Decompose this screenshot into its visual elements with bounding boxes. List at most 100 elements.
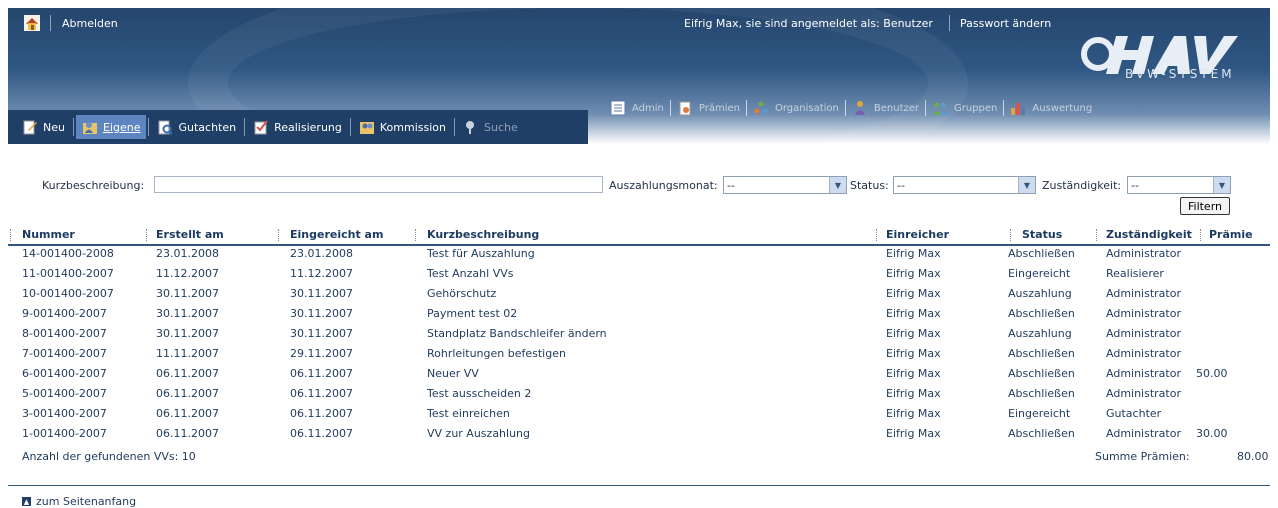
table-row[interactable]: 5-001400-2007 06.11.2007 06.11.2007 Test au… [8,384,1270,404]
row-submitter: Eifrig Max [886,307,941,320]
nav-premiums-label: Prämien [698,102,740,114]
column-divider [278,229,279,241]
col-number[interactable]: Nummer [22,228,75,241]
col-short-description[interactable]: Kurzbeschreibung [427,228,539,241]
row-responsibility: Administrator [1106,367,1181,380]
row-created: 30.11.2007 [156,327,219,340]
row-short-description: Standplatz Bandschleifer ändern [427,327,607,340]
column-divider [10,229,11,241]
expertise-icon [158,120,174,135]
nav-divider [72,118,74,136]
row-submitter: Eifrig Max [886,287,941,300]
row-submitted: 06.11.2007 [290,407,353,420]
filter-button[interactable]: Filtern [1180,197,1230,215]
row-submitted: 30.11.2007 [290,307,353,320]
row-status: Abschließen [1008,427,1075,440]
nav-premiums[interactable]: Prämien [671,100,746,116]
column-divider [1200,229,1201,241]
logout-link[interactable]: Abmelden [62,17,118,30]
nav-evaluation-label: Auswertung [1032,102,1093,114]
table-row[interactable]: 9-001400-2007 30.11.2007 30.11.2007 Payment… [8,304,1270,324]
table-row[interactable]: 6-001400-2007 06.11.2007 06.11.2007 Neuer V… [8,364,1270,384]
nav-admin[interactable]: Admin [604,100,670,116]
table-header: Nummer Erstellt am Eingereicht am Kurzbe… [8,226,1270,246]
nav-commission-label: Kommission [379,120,446,134]
nav-realization[interactable]: Realisierung [247,115,348,139]
nav-search[interactable]: Suche [457,115,524,139]
row-created: 11.11.2007 [156,347,219,360]
row-submitted: 06.11.2007 [290,367,353,380]
nav-expertise-label: Gutachten [178,120,237,134]
short-description-input[interactable] [154,176,603,193]
row-status: Abschließen [1008,347,1075,360]
col-premium[interactable]: Prämie [1209,228,1253,241]
table-row[interactable]: 7-001400-2007 11.11.2007 29.11.2007 Rohrlei… [8,344,1270,364]
search-icon [465,121,474,134]
table-row[interactable]: 8-001400-2007 30.11.2007 30.11.2007 Standpl… [8,324,1270,344]
home-icon[interactable] [24,15,40,31]
nav-organisation[interactable]: Organisation [747,100,845,116]
row-created: 30.11.2007 [156,307,219,320]
row-submitter: Eifrig Max [886,387,941,400]
nav-groups[interactable]: Gruppen [926,100,1003,116]
user-info: Eifrig Max, sie sind angemeldet als: Ben… [684,17,933,30]
responsibility-select[interactable]: -- ▼ [1127,176,1231,194]
row-created: 06.11.2007 [156,367,219,380]
arrow-up-icon: ▲ [22,497,31,506]
nav-new[interactable]: Neu [16,115,71,139]
password-change-link[interactable]: Passwort ändern [960,17,1051,30]
table-row[interactable]: 1-001400-2007 06.11.2007 06.11.2007 VV zur … [8,424,1270,444]
row-responsibility: Realisierer [1106,267,1164,280]
table-row[interactable]: 14-001400-2008 23.01.2008 23.01.2008 Test f… [8,244,1270,264]
row-submitter: Eifrig Max [886,367,941,380]
row-responsibility: Administrator [1106,307,1181,320]
row-submitter: Eifrig Max [886,267,941,280]
table-row[interactable]: 10-001400-2007 30.11.2007 30.11.2007 Gehörs… [8,284,1270,304]
table-row[interactable]: 3-001400-2007 06.11.2007 06.11.2007 Test ei… [8,404,1270,424]
row-number: 5-001400-2007 [22,387,107,400]
row-short-description: Neuer VV [427,367,479,380]
nav-expertise[interactable]: Gutachten [151,115,242,139]
row-short-description: Gehörschutz [427,287,497,300]
payout-month-value: -- [727,178,735,192]
nav-realization-label: Realisierung [274,120,342,134]
row-short-description: Test ausscheiden 2 [427,387,532,400]
admin-nav: Admin Prämien Organisation Benutzer Grup… [604,95,1204,121]
column-divider [1096,229,1097,241]
back-to-top-link[interactable]: ▲ zum Seitenanfang [22,495,136,508]
col-created[interactable]: Erstellt am [156,228,224,241]
nav-evaluation[interactable]: Auswertung [1004,100,1098,116]
row-status: Eingereicht [1008,407,1071,420]
status-label: Status: [850,179,889,192]
result-count: Anzahl der gefundenen VVs: 10 [22,450,196,463]
nav-own[interactable]: Eigene [75,115,147,139]
row-number: 6-001400-2007 [22,367,107,380]
row-status: Auszahlung [1008,327,1072,340]
nav-users[interactable]: Benutzer [846,100,925,116]
col-responsibility[interactable]: Zuständigkeit [1106,228,1192,241]
row-status: Eingereicht [1008,267,1071,280]
status-value: -- [897,178,905,192]
col-submitted[interactable]: Eingereicht am [290,228,383,241]
row-created: 06.11.2007 [156,407,219,420]
row-status: Abschließen [1008,367,1075,380]
col-submitter[interactable]: Einreicher [886,228,949,241]
premium-sum-value: 80.00 [1237,450,1269,463]
row-status: Abschließen [1008,387,1075,400]
user-icon [854,101,865,115]
row-submitter: Eifrig Max [886,327,941,340]
table-row[interactable]: 11-001400-2007 11.12.2007 11.12.2007 Test A… [8,264,1270,284]
row-created: 30.11.2007 [156,287,219,300]
row-status: Auszahlung [1008,287,1072,300]
column-divider [146,229,147,241]
status-select[interactable]: -- ▼ [893,176,1036,194]
row-number: 1-001400-2007 [22,427,107,440]
col-status[interactable]: Status [1022,228,1062,241]
nav-own-label: Eigene [102,120,141,134]
nav-commission[interactable]: Kommission [353,115,452,139]
payout-month-select[interactable]: -- ▼ [723,176,847,194]
main-nav: Neu Eigene Gutachten Realisierung Kommis… [8,110,588,144]
row-submitted: 30.11.2007 [290,287,353,300]
logo-subtitle: BVW-SYSTEM [1125,67,1235,81]
row-number: 10-001400-2007 [22,287,114,300]
